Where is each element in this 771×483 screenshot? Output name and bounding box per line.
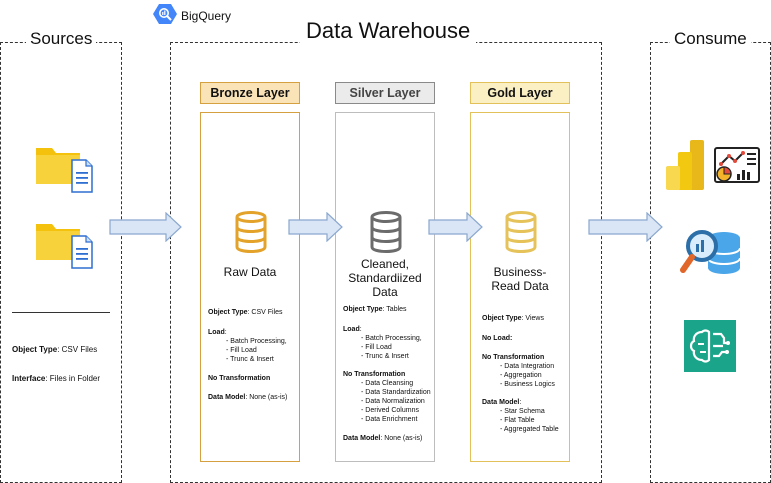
- silver-load-item: - Fill Load: [361, 344, 392, 351]
- search-database-icon: [680, 230, 741, 274]
- gold-transformation-heading: No Transformation: [482, 354, 545, 361]
- silver-object-type: Object Type: Tables: [343, 306, 407, 313]
- silver-database-icon: [370, 211, 402, 253]
- gold-layer-header: Gold Layer: [470, 82, 570, 104]
- bronze-layer-header: Bronze Layer: [200, 82, 300, 104]
- silver-transform-item: - Data Enrichment: [361, 416, 418, 423]
- sources-object-type: Object Type: CSV Files: [12, 345, 98, 354]
- gold-data-model-heading: Data Model:: [482, 399, 522, 406]
- csv-folder-icon: [36, 224, 93, 269]
- silver-layer-box: Cleaned, Standardiized Data Object Type:…: [335, 112, 435, 462]
- machine-learning-icon: [684, 320, 736, 372]
- bigquery-label: BigQuery: [181, 9, 232, 23]
- bronze-layer-label: Raw Data: [223, 265, 277, 279]
- silver-layer-header: Silver Layer: [335, 82, 435, 104]
- gold-layer-label-line: Read Data: [491, 279, 549, 293]
- sources-divider: [12, 312, 110, 313]
- silver-transform-item: - Data Cleansing: [361, 380, 414, 387]
- bronze-data-model: Data Model: None (as-is): [208, 394, 288, 401]
- gold-layer-box: Business- Read Data Object Type: Views N…: [470, 112, 570, 462]
- gold-model-item: - Star Schema: [500, 408, 545, 415]
- bronze-load-heading: Load:: [208, 329, 227, 336]
- silver-transformation-heading: No Transformation: [343, 371, 406, 378]
- arrow-sources-to-bronze: [109, 212, 182, 242]
- gold-transform-item: - Aggregation: [500, 372, 542, 379]
- gold-transform-item: - Data Integration: [500, 363, 555, 370]
- csv-folder-icon: [36, 148, 93, 193]
- silver-transform-item: - Data Standardization: [361, 389, 431, 396]
- bronze-database-icon: [235, 211, 267, 253]
- arrow-bronze-to-silver: [288, 212, 343, 242]
- bigquery-logo-icon: [153, 4, 177, 24]
- bronze-load-item: - Trunc & Insert: [226, 356, 274, 363]
- sources-title: Sources: [26, 29, 97, 49]
- silver-layer-label-line: Standardiized: [348, 271, 422, 285]
- bronze-no-transformation: No Transformation: [208, 375, 271, 382]
- silver-load-heading: Load:: [343, 326, 362, 333]
- bronze-layer-box: Raw Data Object Type: CSV Files Load: - …: [200, 112, 300, 462]
- warehouse-title: Data Warehouse: [300, 18, 477, 44]
- consume-title: Consume: [670, 29, 751, 49]
- silver-load-item: - Batch Processing,: [361, 335, 422, 342]
- bronze-object-type: Object Type: CSV Files: [208, 309, 283, 316]
- silver-layer-label-line: Cleaned,: [360, 257, 410, 271]
- bronze-load-item: - Batch Processing,: [226, 338, 287, 345]
- gold-database-icon: [505, 211, 537, 253]
- arrow-gold-to-consume: [588, 212, 663, 242]
- arrow-silver-to-gold: [428, 212, 483, 242]
- silver-transform-item: - Data Normalization: [361, 398, 425, 405]
- sources-interface: Interface: Files in Folder: [12, 374, 101, 383]
- gold-model-item: - Aggregated Table: [500, 426, 559, 433]
- gold-transform-item: - Business Logics: [500, 381, 555, 388]
- silver-data-model: Data Model: None (as-is): [343, 435, 423, 442]
- gold-no-load: No Load:: [482, 335, 513, 342]
- silver-transform-item: - Derived Columns: [361, 407, 419, 414]
- analytics-dashboard-icon: [714, 147, 760, 183]
- silver-layer-label-line: Data: [372, 285, 398, 299]
- gold-layer-label-line: Business-: [493, 265, 547, 279]
- gold-object-type: Object Type: Views: [482, 315, 544, 322]
- bronze-load-item: - Fill Load: [226, 347, 257, 354]
- gold-model-item: - Flat Table: [500, 417, 535, 424]
- power-bi-icon: [666, 140, 704, 190]
- silver-load-item: - Trunc & Insert: [361, 353, 409, 360]
